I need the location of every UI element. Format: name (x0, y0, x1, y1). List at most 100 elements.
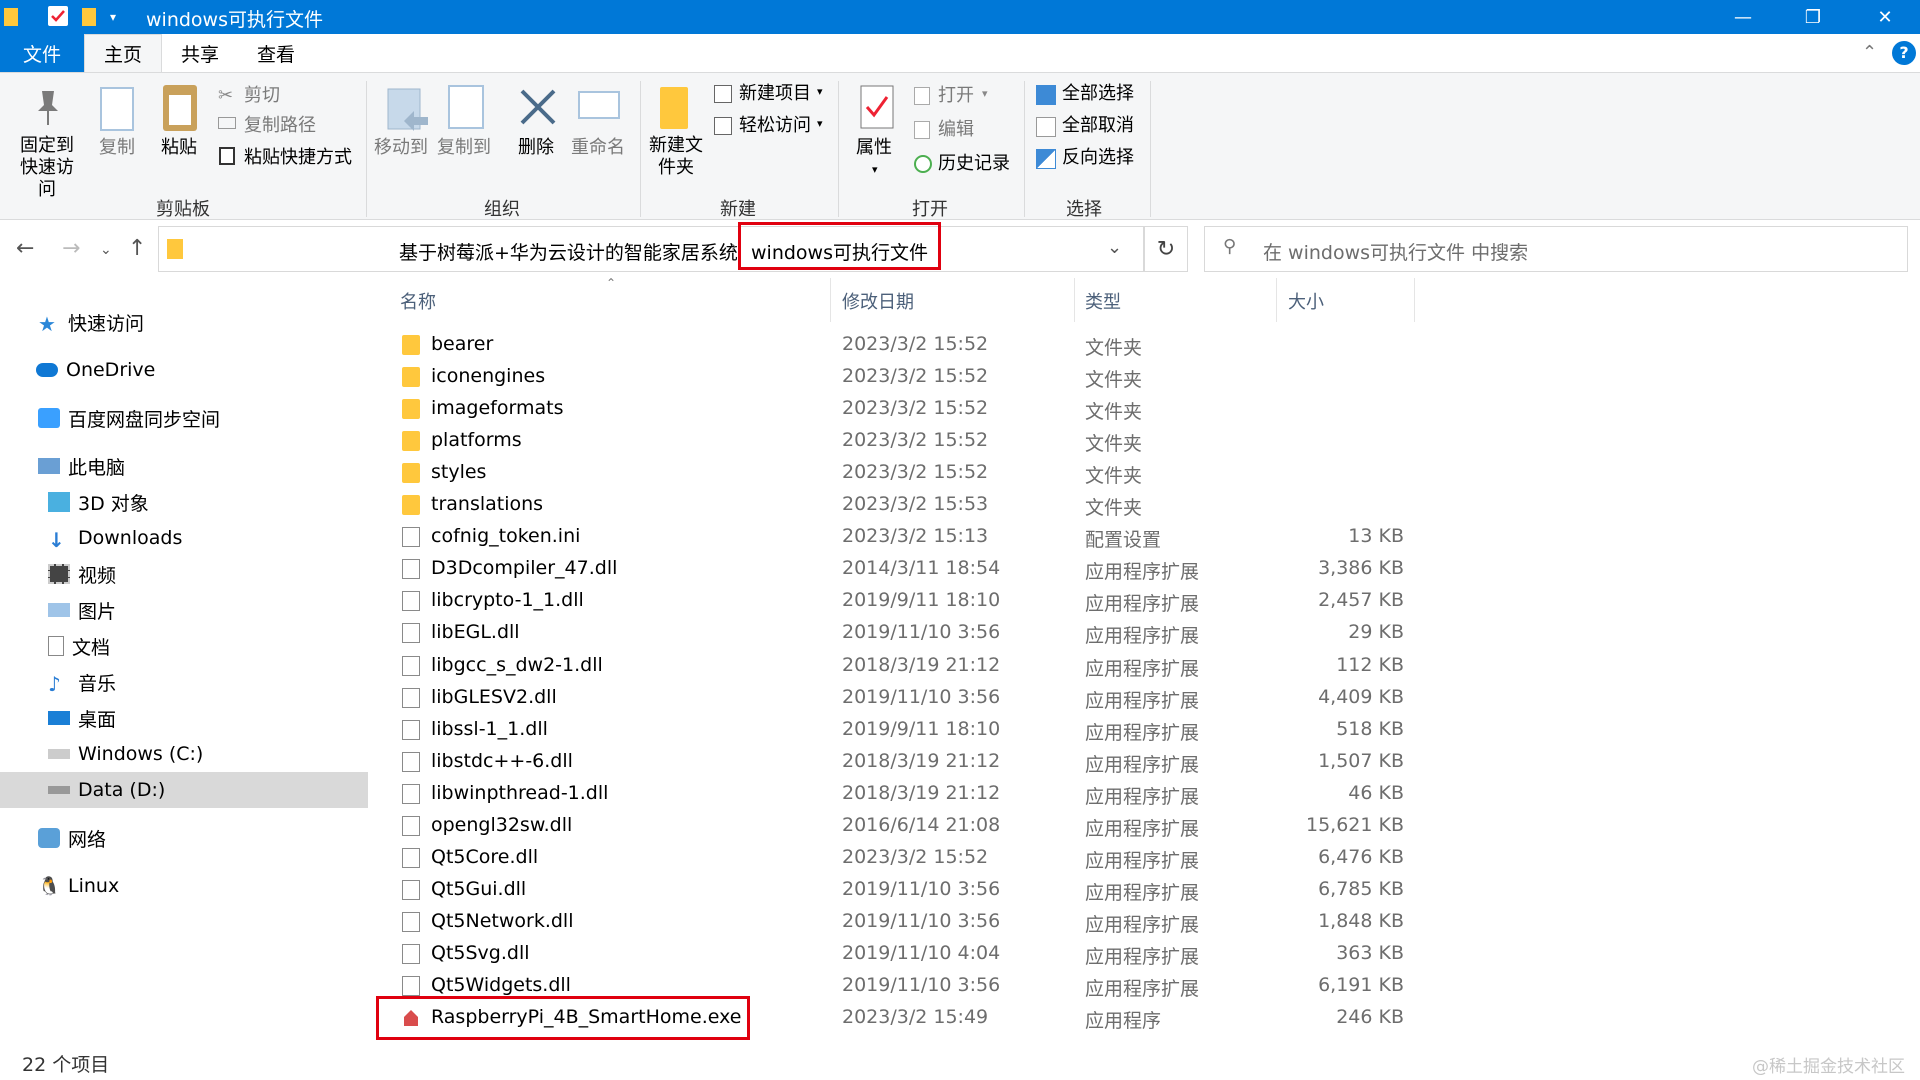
chevron-down-icon[interactable]: ▾ (872, 163, 878, 176)
ribbon-separator (838, 81, 839, 217)
file-icon (402, 816, 420, 836)
nav-onedrive[interactable]: OneDrive (36, 354, 155, 386)
pin-quick-access-button[interactable]: 固定到快速访问 (12, 135, 82, 201)
search-input[interactable]: ⚲ 在 windows可执行文件 中搜索 (1204, 226, 1908, 272)
nav-desktop[interactable]: 桌面 (48, 702, 116, 734)
minimize-button[interactable]: — (1708, 0, 1778, 34)
new-folder-quick-icon[interactable] (82, 8, 96, 26)
file-row[interactable]: libEGL.dll 2019/11/10 3:56 应用程序扩展 29 KB (390, 617, 1414, 649)
file-type: 文件夹 (1085, 401, 1143, 423)
customize-toolbar-icon[interactable]: ▾ (110, 10, 130, 30)
file-row[interactable]: platforms 2023/3/2 15:52 文件夹 (390, 425, 1414, 457)
nav-drive-d[interactable]: Data (D:) (48, 774, 165, 806)
nav-videos[interactable]: 视频 (48, 558, 116, 590)
invert-selection-button[interactable]: 反向选择 (1062, 147, 1134, 169)
rename-button[interactable]: 重命名 (571, 137, 625, 159)
select-none-button[interactable]: 全部取消 (1062, 115, 1134, 137)
file-type: 应用程序扩展 (1085, 690, 1200, 712)
nav-quick-access[interactable]: ★ 快速访问 (38, 306, 144, 338)
nav-drive-c[interactable]: Windows (C:) (48, 738, 203, 770)
nav-network[interactable]: 网络 (38, 822, 106, 854)
address-bar[interactable]: 基于树莓派+华为云设计的智能家居系统 › windows可执行文件 ⌄ (158, 226, 1144, 272)
select-group-label: 选择 (1066, 199, 1102, 220)
chevron-down-icon[interactable]: ▾ (817, 117, 823, 130)
column-header-name[interactable]: 名称 (400, 288, 436, 314)
delete-button[interactable]: 删除 (518, 137, 554, 159)
copy-to-button[interactable]: 复制到 (437, 137, 491, 159)
copy-button[interactable]: 复制 (99, 137, 135, 159)
edit-button[interactable]: 编辑 (938, 119, 974, 141)
file-row[interactable]: imageformats 2023/3/2 15:52 文件夹 (390, 393, 1414, 425)
file-row[interactable]: D3Dcompiler_47.dll 2014/3/11 18:54 应用程序扩展 3… (390, 553, 1414, 585)
file-row[interactable]: translations 2023/3/2 15:53 文件夹 (390, 489, 1414, 521)
breadcrumb-parent[interactable]: 基于树莓派+华为云设计的智能家居系统 (399, 238, 738, 265)
properties-button[interactable]: 属性 (856, 137, 892, 159)
file-name: libgcc_s_dw2-1.dll (431, 654, 603, 676)
file-row[interactable]: libwinpthread-1.dll 2018/3/19 21:12 应用程序扩展… (390, 778, 1414, 810)
file-row[interactable]: Qt5Svg.dll 2019/11/10 4:04 应用程序扩展 363 KB (390, 938, 1414, 970)
paste-button[interactable]: 粘贴 (161, 137, 197, 159)
maximize-button[interactable]: ❐ (1778, 0, 1848, 34)
back-arrow-icon[interactable]: ← (16, 236, 34, 261)
breadcrumb-chevron-icon[interactable]: › (731, 239, 737, 255)
file-row[interactable]: libssl-1_1.dll 2019/9/11 18:10 应用程序扩展 518 K… (390, 714, 1414, 746)
up-arrow-icon[interactable]: ↑ (128, 236, 146, 261)
column-divider (1276, 278, 1277, 322)
file-row[interactable]: iconengines 2023/3/2 15:52 文件夹 (390, 361, 1414, 393)
easy-access-button[interactable]: 轻松访问 (739, 115, 811, 137)
refresh-icon[interactable]: ↻ (1144, 226, 1188, 272)
sort-ascending-icon: ⌃ (606, 276, 617, 290)
history-button[interactable]: 历史记录 (938, 153, 1010, 175)
help-icon[interactable]: ? (1892, 41, 1916, 65)
forward-arrow-icon[interactable]: → (62, 236, 80, 261)
tab-view[interactable]: 查看 (238, 34, 314, 72)
nav-baidu-sync[interactable]: 百度网盘同步空间 (38, 402, 220, 434)
select-all-button[interactable]: 全部选择 (1062, 83, 1134, 105)
tab-share[interactable]: 共享 (162, 34, 238, 72)
address-dropdown-icon[interactable]: ⌄ (1107, 237, 1122, 258)
tab-file[interactable]: 文件 (0, 34, 84, 72)
nav-downloads[interactable]: ↓ Downloads (48, 522, 182, 554)
file-date: 2019/11/10 3:56 (842, 686, 1001, 708)
column-header-size[interactable]: 大小 (1288, 288, 1324, 314)
file-row[interactable]: Qt5Network.dll 2019/11/10 3:56 应用程序扩展 1,848… (390, 906, 1414, 938)
file-row[interactable]: cofnig_token.ini 2023/3/2 15:13 配置设置 13 KB (390, 521, 1414, 553)
file-row[interactable]: Qt5Gui.dll 2019/11/10 3:56 应用程序扩展 6,785 KB (390, 874, 1414, 906)
nav-linux[interactable]: 🐧 Linux (38, 870, 119, 902)
file-row[interactable]: libgcc_s_dw2-1.dll 2018/3/19 21:12 应用程序扩展 1… (390, 650, 1414, 682)
move-to-button[interactable]: 移动到 (374, 137, 428, 159)
column-header-date[interactable]: 修改日期 (842, 288, 914, 314)
file-row[interactable]: libGLESV2.dll 2019/11/10 3:56 应用程序扩展 4,409 … (390, 682, 1414, 714)
copy-path-button[interactable]: 复制路径 (244, 115, 316, 137)
file-row[interactable]: libcrypto-1_1.dll 2019/9/11 18:10 应用程序扩展 2,… (390, 585, 1414, 617)
recent-locations-icon[interactable]: ⌄ (100, 242, 112, 258)
new-folder-button[interactable]: 新建文件夹 (648, 135, 704, 179)
file-name: libwinpthread-1.dll (431, 782, 609, 804)
nav-this-pc[interactable]: 此电脑 (38, 450, 125, 482)
nav-pictures[interactable]: 图片 (48, 594, 116, 626)
file-row[interactable]: Qt5Core.dll 2023/3/2 15:52 应用程序扩展 6,476 KB (390, 842, 1414, 874)
collapse-ribbon-icon[interactable]: ⌃ (1862, 42, 1877, 63)
properties-quick-icon[interactable] (48, 6, 68, 26)
close-button[interactable]: ✕ (1850, 0, 1920, 34)
open-button[interactable]: 打开 (938, 85, 974, 107)
cut-button[interactable]: 剪切 (244, 85, 280, 107)
tab-home[interactable]: 主页 (84, 34, 162, 72)
file-row[interactable]: bearer 2023/3/2 15:52 文件夹 (390, 329, 1414, 361)
column-header-type[interactable]: 类型 (1085, 288, 1121, 314)
chevron-down-icon[interactable]: ▾ (817, 85, 823, 98)
file-row[interactable]: opengl32sw.dll 2016/6/14 21:08 应用程序扩展 15,62… (390, 810, 1414, 842)
nav-documents[interactable]: 文档 (48, 630, 110, 662)
delete-icon (518, 87, 558, 131)
nav-3d-objects[interactable]: 3D 对象 (48, 486, 149, 518)
nav-label: 桌面 (78, 708, 117, 731)
paste-shortcut-button[interactable]: 粘贴快捷方式 (244, 147, 352, 169)
file-row[interactable]: styles 2023/3/2 15:52 文件夹 (390, 457, 1414, 489)
chevron-down-icon[interactable]: ▾ (982, 87, 988, 100)
new-item-button[interactable]: 新建项目 (739, 83, 811, 105)
file-name: styles (431, 461, 487, 483)
file-name: bearer (431, 333, 494, 355)
nav-music[interactable]: ♪ 音乐 (48, 666, 116, 698)
new-item-icon (714, 85, 732, 103)
file-row[interactable]: libstdc++-6.dll 2018/3/19 21:12 应用程序扩展 1,50… (390, 746, 1414, 778)
